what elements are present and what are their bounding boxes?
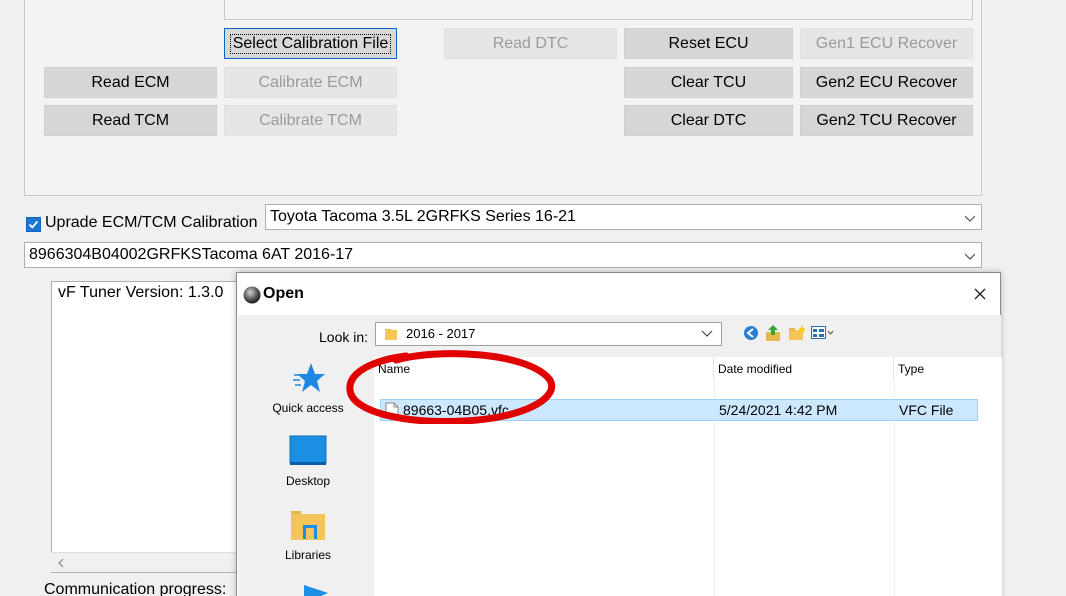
calibration-select-value: 8966304B04002GRFKSTacoma 6AT 2016-17 — [29, 246, 354, 263]
communication-progress-label: Communication progress: — [44, 581, 227, 596]
log-text: vF Tuner Version: 1.3.0 — [58, 284, 224, 301]
calibration-select[interactable]: 8966304B04002GRFKSTacoma 6AT 2016-17 — [24, 242, 982, 268]
place-desktop[interactable]: Desktop — [258, 431, 358, 501]
view-menu-icon[interactable] — [811, 326, 835, 340]
dialog-title: Open — [263, 285, 304, 302]
clear-tcu-button[interactable]: Clear TCU — [624, 67, 793, 98]
quick-access-star-icon — [293, 363, 325, 392]
select-calibration-file-button[interactable]: Select Calibration File — [224, 28, 397, 59]
file-list[interactable]: Name Date modified Type 89663-04B05.vfc … — [374, 357, 1002, 596]
close-icon — [974, 288, 986, 300]
chevron-down-icon — [965, 215, 975, 222]
look-in-value: 2016 - 2017 — [406, 326, 476, 341]
dialog-titlebar[interactable]: Open — [237, 273, 1000, 315]
place-quick-access[interactable]: Quick access — [258, 355, 358, 425]
read-tcm-button[interactable]: Read TCM — [44, 105, 217, 136]
checkmark-icon — [28, 220, 39, 229]
app-logo-icon — [243, 286, 261, 304]
vehicle-select-value: Toyota Tacoma 3.5L 2GRFKS Series 16-21 — [270, 208, 576, 225]
back-icon[interactable] — [743, 325, 759, 341]
place-libraries[interactable]: Libraries — [258, 505, 358, 575]
scroll-left-icon[interactable] — [57, 558, 65, 568]
read-ecm-button[interactable]: Read ECM — [44, 67, 217, 98]
log-textarea[interactable]: vF Tuner Version: 1.3.0 — [51, 281, 241, 573]
column-header-name[interactable]: Name — [374, 357, 714, 381]
file-name: 89663-04B05.vfc — [403, 402, 509, 418]
column-header-type[interactable]: Type — [894, 357, 1002, 381]
calibrate-ecm-button[interactable]: Calibrate ECM — [224, 67, 397, 98]
top-info-field — [224, 0, 973, 20]
new-folder-icon[interactable] — [788, 325, 806, 341]
file-type: VFC File — [899, 402, 954, 418]
dialog-close-button[interactable] — [966, 280, 994, 308]
gen1-ecu-recover-button[interactable]: Gen1 ECU Recover — [800, 28, 973, 59]
upgrade-calibration-label: Uprade ECM/TCM Calibration — [45, 214, 258, 231]
calibrate-tcm-button[interactable]: Calibrate TCM — [224, 105, 397, 136]
vehicle-select[interactable]: Toyota Tacoma 3.5L 2GRFKS Series 16-21 — [265, 204, 982, 230]
chevron-down-icon — [701, 330, 713, 337]
log-horizontal-scrollbar[interactable] — [51, 552, 241, 572]
this-pc-icon[interactable] — [302, 583, 330, 596]
column-header-date-modified[interactable]: Date modified — [714, 357, 894, 381]
libraries-icon — [291, 511, 325, 540]
read-dtc-button[interactable]: Read DTC — [444, 28, 617, 59]
clear-dtc-button[interactable]: Clear DTC — [624, 105, 793, 136]
reset-ecu-button[interactable]: Reset ECU — [624, 28, 793, 59]
app-window: Select Calibration File Read DTC Reset E… — [0, 0, 1066, 596]
file-icon — [385, 402, 399, 419]
place-label: Quick access — [272, 401, 344, 415]
desktop-icon — [289, 435, 327, 465]
look-in-label: Look in: — [319, 329, 369, 345]
dialog-body: Look in: 2016 - 2017 Quick access Deskto… — [238, 315, 1002, 596]
place-label: Desktop — [285, 474, 331, 488]
gen2-tcu-recover-button[interactable]: Gen2 TCU Recover — [800, 105, 973, 136]
folder-icon — [385, 329, 397, 340]
up-folder-icon[interactable] — [765, 324, 781, 342]
file-date-modified: 5/24/2021 4:42 PM — [719, 402, 838, 418]
gen2-ecu-recover-button[interactable]: Gen2 ECU Recover — [800, 67, 973, 98]
upgrade-calibration-checkbox[interactable] — [26, 217, 41, 232]
chevron-down-icon — [965, 253, 975, 260]
place-label: Libraries — [284, 548, 332, 562]
file-row[interactable]: 89663-04B05.vfc 5/24/2021 4:42 PM VFC Fi… — [380, 399, 978, 421]
look-in-select[interactable]: 2016 - 2017 — [375, 322, 722, 346]
open-file-dialog: Open Look in: 2016 - 2017 Quick access D… — [236, 272, 1002, 596]
